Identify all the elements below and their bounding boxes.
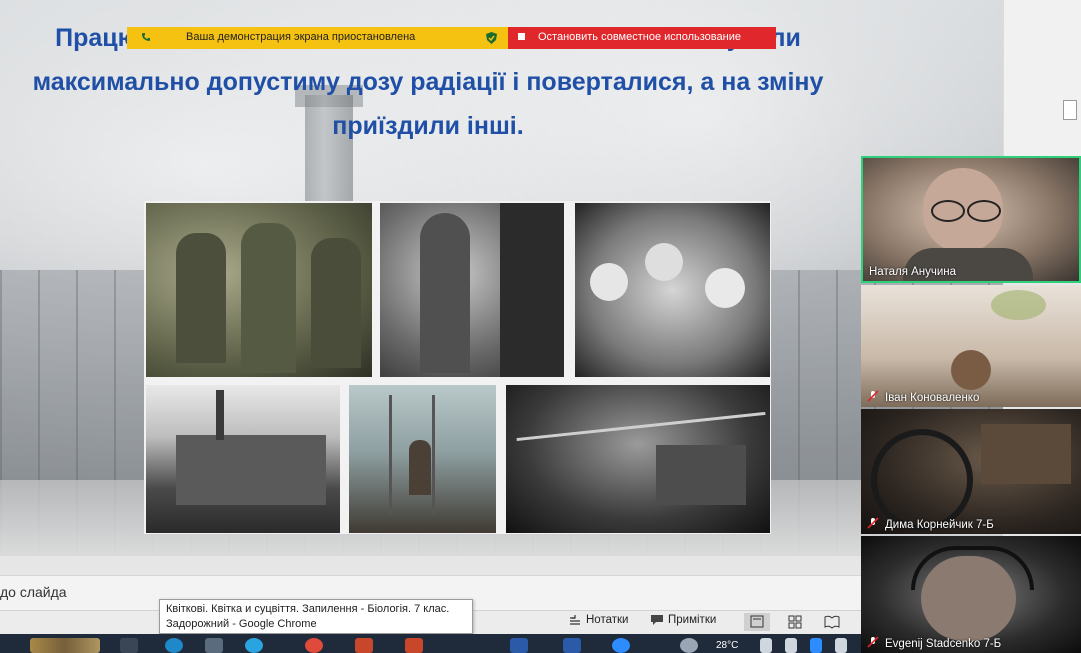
normal-view-button[interactable] (744, 613, 770, 631)
taskbar-chrome-icon[interactable] (305, 638, 323, 653)
taskbar-tray-icon-3[interactable] (810, 638, 822, 653)
video-tile-3[interactable]: Дима Корнейчик 7-Б (861, 409, 1081, 534)
taskbar-weather-icon[interactable] (680, 638, 698, 653)
mic-off-icon (867, 636, 879, 648)
scrollbar-thumb[interactable] (1063, 100, 1077, 120)
tooltip-line-1: Квіткові. Квітка и суцвіття. Запилення -… (166, 603, 450, 615)
taskbar-edge-icon[interactable] (165, 638, 183, 653)
slide-text-line-3: приїздили інші. (332, 112, 524, 140)
mic-off-icon (867, 390, 879, 402)
photo-group-masks (575, 203, 770, 377)
photo-worker-tower (349, 385, 496, 533)
temperature-readout: 28°C (716, 640, 739, 651)
notes-button[interactable]: Нотатки (568, 614, 628, 626)
taskbar-zoom-icon[interactable] (612, 638, 630, 653)
video-tile-2[interactable]: Іван Коноваленко (861, 285, 1081, 407)
normal-view-icon (750, 615, 764, 628)
slide-sorter-button[interactable] (782, 613, 808, 631)
notes-icon (570, 615, 580, 625)
slide-sorter-icon (788, 615, 802, 629)
comments-label: Примітки (668, 614, 717, 626)
slide-text-line-2: максимально допустиму дозу радіації і по… (32, 68, 824, 96)
shield-icon (486, 32, 497, 44)
side-panel (1003, 0, 1081, 156)
taskbar-tooltip: Квіткові. Квітка и суцвіття. Запилення -… (159, 599, 473, 634)
paused-text: Ваша демонстрация экрана приостановлена (186, 31, 416, 43)
taskbar-telegram-icon[interactable] (245, 638, 263, 653)
taskbar-wallpaper-widget[interactable] (30, 638, 100, 653)
tooltip-line-2: Задорожний - Google Chrome (166, 618, 317, 630)
screen-share-paused-banner: Ваша демонстрация экрана приостановлена (127, 27, 508, 49)
phone-icon (142, 33, 150, 41)
slide-canvas: Працю мували максимально допустиму дозу … (0, 0, 1003, 556)
participant-name: Evgenij Stadcenko 7-Б (885, 638, 1002, 650)
mic-off-icon (867, 517, 879, 529)
taskbar-word-icon[interactable] (510, 638, 528, 653)
taskbar-tray-icon-4[interactable] (835, 638, 847, 653)
photo-firefighters (506, 385, 770, 533)
taskbar-file-explorer-icon[interactable] (120, 638, 138, 653)
stop-square-icon (518, 33, 525, 40)
participant-name: Дима Корнейчик 7-Б (885, 519, 994, 531)
taskbar-tray-icon-2[interactable] (785, 638, 797, 653)
notes-label: Нотатки (586, 614, 629, 626)
comments-button[interactable]: Примітки (650, 614, 716, 626)
taskbar-powerpoint-icon-2[interactable] (405, 638, 423, 653)
video-tile-1[interactable]: Наталя Анучина (861, 156, 1081, 283)
taskbar-word-icon-2[interactable] (563, 638, 581, 653)
photo-workers-hazmat (146, 203, 372, 377)
reading-view-icon (824, 615, 840, 629)
photo-worker-suit (380, 203, 564, 377)
taskbar-tray-icon[interactable] (760, 638, 772, 653)
video-tile-4[interactable]: Evgenij Stadcenko 7-Б (861, 536, 1081, 653)
stop-sharing-label: Остановить совместное использование (538, 31, 741, 43)
photo-collage (144, 201, 771, 534)
participant-name: Наталя Анучина (869, 266, 957, 278)
notes-placeholder: до слайда (0, 584, 67, 600)
taskbar-powerpoint-icon[interactable] (355, 638, 373, 653)
participant-name: Іван Коноваленко (885, 392, 980, 404)
photo-reactor-building (146, 385, 340, 533)
taskbar-calculator-icon[interactable] (205, 638, 223, 653)
comment-icon (651, 615, 663, 625)
reading-view-button[interactable] (819, 613, 845, 631)
stop-sharing-button[interactable]: Остановить совместное использование (508, 27, 776, 49)
